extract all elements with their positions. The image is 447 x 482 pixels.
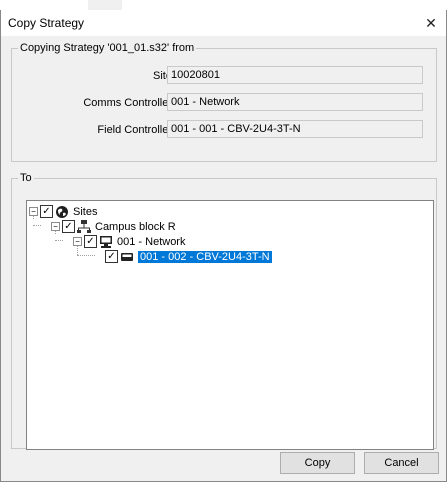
site-field: 10020801 [167,66,423,84]
collapse-icon[interactable]: − [51,222,60,231]
campus-checkbox[interactable]: ✓ [62,220,75,233]
dialog-title: Copy Strategy [8,16,85,30]
field-controller-field: 001 - 001 - CBV-2U4-3T-N [167,120,423,138]
tree-label-sites: Sites [73,205,98,218]
network-icon [77,219,91,234]
close-button[interactable]: ✕ [416,10,446,36]
controller-icon [120,250,134,264]
comms-controller-field: 001 - Network [167,93,423,111]
computer-icon [99,235,113,249]
comms-controller-label: Comms Controller [83,97,172,109]
tree-label-campus: Campus block R [95,220,176,233]
copy-strategy-dialog: Copy Strategy ✕ Copying Strategy '001_01… [0,10,447,482]
field-controller-label: Field Controller [97,124,172,136]
to-group-legend: To [20,172,32,184]
collapse-icon[interactable]: − [73,237,82,246]
to-group: To − ✓ Sites − ✓ Campus block R − ✓ 001 … [11,172,437,450]
controller-checkbox[interactable]: ✓ [105,250,118,263]
background-strip [0,0,447,10]
sites-checkbox[interactable]: ✓ [40,205,53,218]
background-tab [88,0,122,10]
copy-button[interactable]: Copy [280,452,355,474]
cancel-button[interactable]: Cancel [364,452,439,474]
globe-icon [55,205,69,219]
tree-node-controller[interactable]: ✓ 001 - 002 - CBV-2U4-3T-N [105,249,272,264]
collapse-icon[interactable]: − [29,207,38,216]
site-label: Site [153,70,172,82]
tree-label-network: 001 - Network [117,235,186,248]
destination-tree[interactable]: − ✓ Sites − ✓ Campus block R − ✓ 001 - N… [26,200,434,450]
tree-label-controller: 001 - 002 - CBV-2U4-3T-N [138,250,272,263]
from-group-legend: Copying Strategy '001_01.s32' from [20,42,195,54]
tree-node-campus[interactable]: − ✓ Campus block R [51,219,176,234]
title-bar: Copy Strategy ✕ [1,10,446,36]
network-checkbox[interactable]: ✓ [84,235,97,248]
tree-node-network[interactable]: − ✓ 001 - Network [73,234,185,249]
tree-node-sites[interactable]: − ✓ Sites [29,204,97,219]
from-group: Copying Strategy '001_01.s32' from Site … [11,42,437,162]
